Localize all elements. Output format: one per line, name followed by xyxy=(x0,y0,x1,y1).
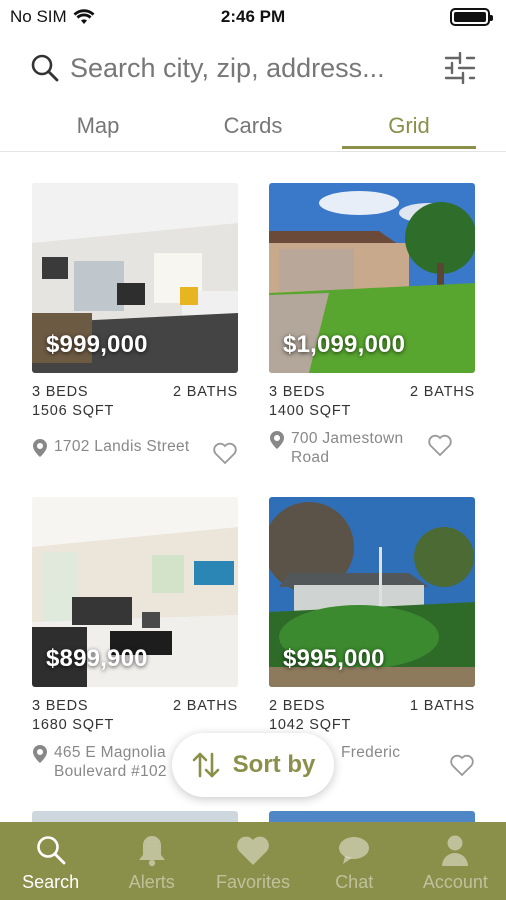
nav-chat-label: Chat xyxy=(335,872,374,892)
listing-specs: 3 BEDS 2 BATHS 1680 SQFT xyxy=(32,697,238,735)
heart-icon xyxy=(237,836,269,865)
wifi-icon xyxy=(73,9,95,24)
carrier-label: No SIM xyxy=(10,7,67,26)
listing-sqft: 1506 SQFT xyxy=(32,403,115,419)
listing-price: $1,099,000 xyxy=(283,331,406,358)
listing-grid: $999,000 3 BEDS 2 BATHS 1506 SQFT 1702 La… xyxy=(0,152,506,822)
nav-account[interactable]: Account xyxy=(405,822,506,900)
sort-arrows-icon xyxy=(192,752,219,778)
favorite-heart-icon[interactable] xyxy=(449,753,475,777)
listing-beds: 2 BEDS xyxy=(269,698,326,714)
listing-beds: 3 BEDS xyxy=(269,384,326,400)
sort-by-label: Sort by xyxy=(232,751,316,778)
listing-baths: 1 BATHS xyxy=(410,698,475,714)
search-icon xyxy=(36,836,65,865)
listing-beds: 3 BEDS xyxy=(32,698,89,714)
filter-sliders-icon xyxy=(444,52,476,84)
sort-by-button[interactable]: Sort by xyxy=(172,733,334,797)
location-pin-icon xyxy=(33,439,47,457)
listing-baths: 2 BATHS xyxy=(173,698,238,714)
nav-search[interactable]: Search xyxy=(0,822,101,900)
listing-address: 1702 Landis Street xyxy=(54,438,190,455)
nav-alerts[interactable]: Alerts xyxy=(101,822,202,900)
listing-photo-house-exterior-trees[interactable]: $995,000 xyxy=(269,497,475,687)
listing-card-partial[interactable] xyxy=(32,811,238,822)
listing-sqft: 1400 SQFT xyxy=(269,403,352,419)
filter-button[interactable] xyxy=(442,50,478,86)
listing-address: 700 Jamestown Road xyxy=(291,430,404,466)
listing-address-row: 1702 Landis Street xyxy=(32,437,238,465)
listing-address-row: 700 Jamestown Road xyxy=(269,429,475,467)
listing-specs: 3 BEDS 2 BATHS 1506 SQFT xyxy=(32,383,238,421)
listing-sqft: 1680 SQFT xyxy=(32,717,115,733)
listing-photo-house-exterior-garage[interactable]: $1,099,000 xyxy=(269,183,475,373)
status-bar: No SIM 2:46 PM xyxy=(0,0,506,34)
view-tabs: Map Cards Grid xyxy=(0,100,506,152)
listing-price: $999,000 xyxy=(46,331,148,358)
nav-favorites[interactable]: Favorites xyxy=(202,822,303,900)
tab-grid[interactable]: Grid xyxy=(342,100,476,151)
tab-cards[interactable]: Cards xyxy=(186,100,320,151)
listing-specs: 2 BEDS 1 BATHS 1042 SQFT xyxy=(269,697,475,735)
listing-price: $995,000 xyxy=(283,645,385,672)
listing-address: 465 E Magnolia Boulevard #102 xyxy=(54,744,167,780)
search-bar[interactable]: Search city, zip, address... xyxy=(0,42,506,94)
bottom-nav: Search Alerts Favorites Chat Account xyxy=(0,822,506,900)
listing-card[interactable]: $999,000 3 BEDS 2 BATHS 1506 SQFT 1702 La… xyxy=(32,183,238,473)
search-icon xyxy=(31,54,59,82)
listing-card-partial[interactable] xyxy=(269,811,475,822)
chat-icon xyxy=(339,837,370,864)
listing-price: $899,900 xyxy=(46,645,148,672)
favorite-heart-icon[interactable] xyxy=(427,433,453,457)
nav-account-label: Account xyxy=(422,872,488,892)
location-pin-icon xyxy=(270,431,284,449)
status-left: No SIM xyxy=(10,7,95,27)
bell-icon xyxy=(138,836,165,867)
battery-icon xyxy=(450,8,493,26)
person-icon xyxy=(442,835,469,866)
listing-photo-living-room-sofa[interactable]: $899,900 xyxy=(32,497,238,687)
listing-baths: 2 BATHS xyxy=(173,384,238,400)
search-input[interactable]: Search city, zip, address... xyxy=(70,53,442,84)
nav-alerts-label: Alerts xyxy=(128,872,175,892)
nav-search-label: Search xyxy=(22,872,80,892)
listing-baths: 2 BATHS xyxy=(410,384,475,400)
nav-favorites-label: Favorites xyxy=(215,872,291,892)
nav-chat[interactable]: Chat xyxy=(304,822,405,900)
listing-photo-modern-living-room[interactable]: $999,000 xyxy=(32,183,238,373)
listing-beds: 3 BEDS xyxy=(32,384,89,400)
tab-map[interactable]: Map xyxy=(31,100,165,151)
location-pin-icon xyxy=(33,745,47,763)
favorite-heart-icon[interactable] xyxy=(212,441,238,465)
listing-specs: 3 BEDS 2 BATHS 1400 SQFT xyxy=(269,383,475,421)
listing-card[interactable]: $1,099,000 3 BEDS 2 BATHS 1400 SQFT 700 J… xyxy=(269,183,475,473)
